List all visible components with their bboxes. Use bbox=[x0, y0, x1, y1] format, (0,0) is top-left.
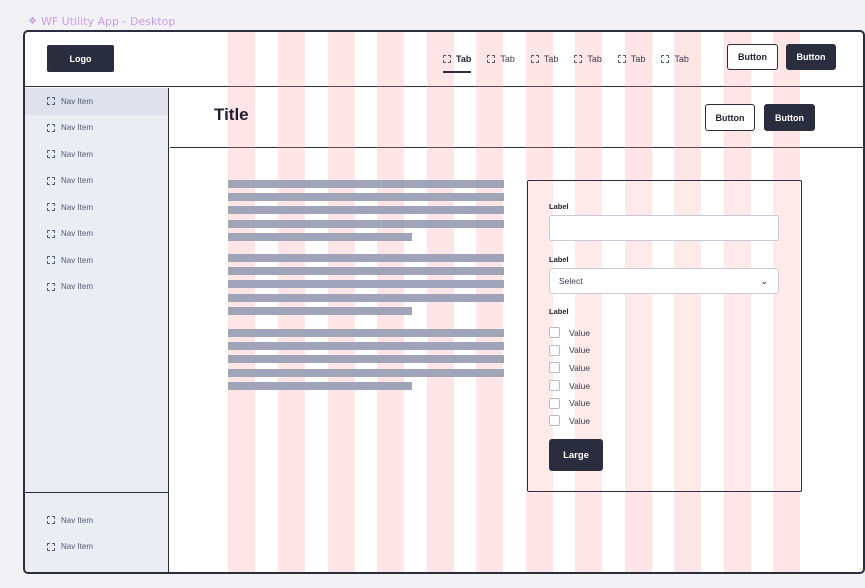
nav-item-label: Nav Item bbox=[61, 149, 94, 159]
placeholder-icon bbox=[47, 203, 55, 212]
nav-item-label: Nav Item bbox=[61, 229, 94, 239]
checkbox-list: Value Value Value Value Value Value bbox=[549, 324, 590, 430]
sidebar-nav-item[interactable]: Nav Item bbox=[25, 115, 168, 142]
text-placeholder-block bbox=[228, 254, 504, 320]
tab-1[interactable]: Tab bbox=[443, 45, 472, 73]
page-title: Title bbox=[214, 105, 249, 124]
tab-label: Tab bbox=[630, 54, 646, 64]
checkbox-label: Value bbox=[569, 345, 591, 356]
checkbox-option[interactable]: Value bbox=[549, 394, 590, 412]
logo[interactable]: Logo bbox=[47, 45, 114, 72]
nav-item-label: Nav Item bbox=[61, 542, 94, 552]
nav-item-label: Nav Item bbox=[61, 202, 94, 212]
checkbox-option[interactable]: Value bbox=[549, 359, 590, 377]
nav-item-label: Nav Item bbox=[61, 176, 94, 186]
window-title: ❖ WF Utility App - Desktop bbox=[28, 15, 175, 28]
placeholder-icon bbox=[47, 516, 55, 525]
placeholder-icon bbox=[47, 97, 55, 106]
text-input[interactable] bbox=[549, 215, 779, 241]
nav-item-label: Nav Item bbox=[61, 255, 94, 265]
page-header: Title Button Button bbox=[170, 88, 863, 148]
nav-item-label: Nav Item bbox=[61, 282, 94, 292]
checkbox[interactable] bbox=[549, 415, 560, 427]
top-header: Logo Tab Tab Tab Tab Tab Tab Button Butt… bbox=[25, 32, 863, 87]
tab-label: Tab bbox=[543, 54, 559, 64]
placeholder-icon bbox=[47, 282, 55, 291]
sidebar-nav-item[interactable]: Nav Item bbox=[25, 168, 168, 195]
checkbox-option[interactable]: Value bbox=[549, 412, 590, 430]
sidebar: Nav Item Nav Item Nav Item Nav Item Nav … bbox=[25, 88, 169, 572]
placeholder-icon bbox=[530, 55, 539, 63]
nav-item-label: Nav Item bbox=[61, 96, 94, 106]
nav-item-label: Nav Item bbox=[61, 515, 94, 525]
text-placeholder-block bbox=[228, 329, 504, 395]
sidebar-nav-item[interactable]: Nav Item bbox=[25, 274, 168, 301]
sidebar-footer: Nav Item Nav Item bbox=[25, 492, 168, 560]
placeholder-icon bbox=[47, 542, 55, 551]
placeholder-icon bbox=[47, 176, 55, 185]
app-icon: ❖ bbox=[28, 16, 37, 27]
placeholder-icon bbox=[487, 55, 496, 63]
checkbox-label: Value bbox=[569, 362, 591, 373]
select-label: Label bbox=[549, 255, 569, 264]
checkbox[interactable] bbox=[549, 344, 560, 356]
app-frame: Logo Tab Tab Tab Tab Tab Tab Button Butt… bbox=[23, 30, 865, 574]
sidebar-footer-nav-item[interactable]: Nav Item bbox=[25, 534, 168, 561]
page-primary-button[interactable]: Button bbox=[764, 104, 815, 131]
checkbox-option[interactable]: Value bbox=[549, 377, 590, 395]
placeholder-icon bbox=[47, 229, 55, 238]
input-label: Label bbox=[549, 202, 569, 211]
chevron-down-icon: ⌄ bbox=[760, 275, 768, 286]
checkbox-group-label: Label bbox=[549, 307, 569, 316]
checkbox-label: Value bbox=[569, 380, 591, 391]
tab-label: Tab bbox=[500, 54, 515, 64]
checkbox[interactable] bbox=[549, 380, 560, 392]
checkbox-option[interactable]: Value bbox=[549, 324, 590, 342]
checkbox[interactable] bbox=[549, 327, 560, 339]
tab-2[interactable]: Tab bbox=[487, 45, 515, 73]
tab-6[interactable]: Tab bbox=[661, 45, 689, 73]
sidebar-nav-item[interactable]: Nav Item bbox=[25, 247, 168, 274]
sidebar-nav-item[interactable]: Nav Item bbox=[25, 88, 168, 115]
placeholder-icon bbox=[47, 256, 55, 265]
nav-item-label: Nav Item bbox=[61, 123, 94, 133]
sidebar-nav-item[interactable]: Nav Item bbox=[25, 194, 168, 221]
large-submit-button[interactable]: Large bbox=[549, 439, 603, 471]
checkbox-option[interactable]: Value bbox=[549, 342, 590, 360]
header-primary-button[interactable]: Button bbox=[786, 44, 836, 70]
tab-4[interactable]: Tab bbox=[574, 45, 602, 73]
window-title-text: WF Utility App - Desktop bbox=[40, 15, 176, 28]
sidebar-nav-item[interactable]: Nav Item bbox=[25, 141, 168, 168]
page-secondary-button[interactable]: Button bbox=[705, 104, 755, 131]
text-placeholder-block bbox=[228, 180, 504, 246]
checkbox-label: Value bbox=[569, 415, 591, 426]
placeholder-icon bbox=[574, 55, 583, 63]
placeholder-icon bbox=[661, 55, 670, 63]
checkbox-label: Value bbox=[569, 398, 591, 409]
select-dropdown[interactable]: Select ⌄ bbox=[549, 268, 779, 294]
placeholder-icon bbox=[47, 123, 55, 132]
tab-label: Tab bbox=[456, 54, 472, 64]
tab-bar: Tab Tab Tab Tab Tab Tab bbox=[443, 45, 689, 73]
sidebar-footer-nav-item[interactable]: Nav Item bbox=[25, 507, 168, 534]
tab-5[interactable]: Tab bbox=[617, 45, 646, 73]
tab-3[interactable]: Tab bbox=[530, 45, 559, 73]
sidebar-nav-item[interactable]: Nav Item bbox=[25, 221, 168, 248]
select-value: Select bbox=[559, 276, 583, 286]
header-secondary-button[interactable]: Button bbox=[727, 44, 778, 70]
form-card: Label Label Select ⌄ Label Value Value V… bbox=[527, 180, 802, 492]
tab-label: Tab bbox=[674, 54, 689, 64]
placeholder-icon bbox=[443, 55, 451, 63]
checkbox[interactable] bbox=[549, 362, 560, 374]
checkbox-label: Value bbox=[569, 327, 591, 338]
checkbox[interactable] bbox=[549, 397, 560, 409]
tab-label: Tab bbox=[587, 54, 602, 64]
placeholder-icon bbox=[617, 55, 626, 63]
placeholder-icon bbox=[47, 150, 55, 159]
